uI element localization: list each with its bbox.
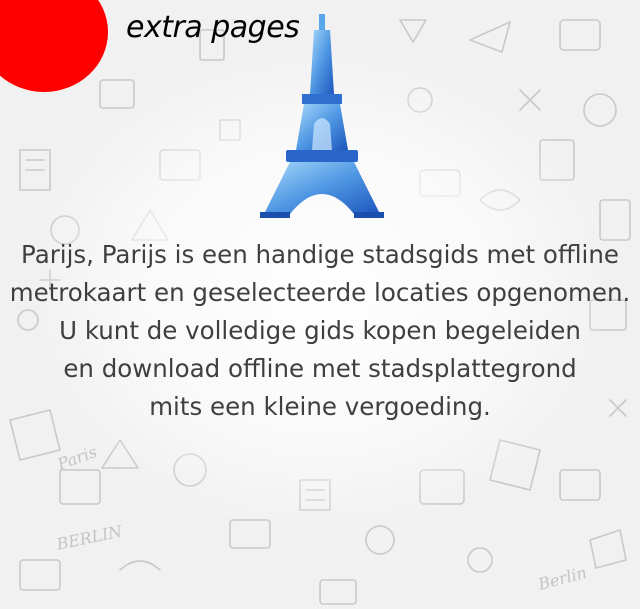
description-line-3: U kunt de volledige gids kopen begeleide… bbox=[59, 316, 581, 345]
description-line-5: mits een kleine vergoeding. bbox=[149, 392, 491, 421]
description-text: Parijs, Parijs is een handige stadsgids … bbox=[0, 236, 640, 426]
svg-text:BERLIN: BERLIN bbox=[54, 521, 125, 554]
description-line-4: en download offline met stadsplattegrond bbox=[63, 354, 577, 383]
description-line-1: Parijs, Parijs is een handige stadsgids … bbox=[21, 240, 619, 269]
description-line-2: metrokaart en geselecteerde locaties opg… bbox=[9, 278, 631, 307]
eiffel-tower-icon bbox=[260, 14, 384, 218]
svg-text:Berlin: Berlin bbox=[535, 563, 589, 594]
